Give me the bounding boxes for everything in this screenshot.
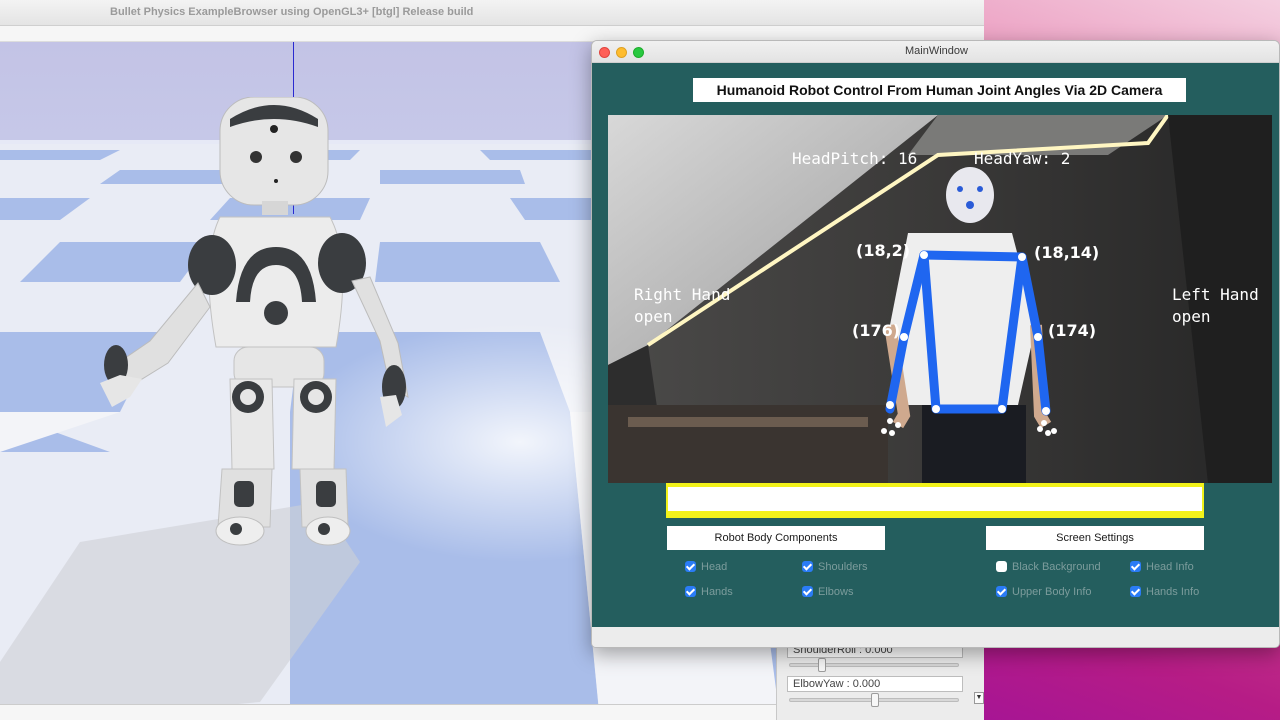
bullet-status-strip [0,704,776,720]
left-elbow-angle: (174) [1048,321,1097,340]
upper-body-info-checkbox-label: Upper Body Info [1012,586,1092,598]
left-hand-state: open [1172,307,1211,326]
shoulder-roll-slider-knob[interactable] [818,658,826,672]
elbows-checkbox-label: Elbows [818,586,854,598]
checkbox-checked-icon[interactable] [685,586,696,597]
app-headline: Humanoid Robot Control From Human Joint … [693,78,1186,102]
checkbox-checked-icon[interactable] [996,586,1007,597]
left-shoulder-angles: (18,14) [1034,243,1100,262]
head-checkbox[interactable]: Head [685,559,727,575]
camera-feed: HeadPitch: 16 HeadYaw: 2 Right Hand open… [608,115,1272,483]
right-hand-state: open [634,307,673,326]
right-hand-label: Right Hand [634,285,731,304]
status-bar-inner [668,487,1202,511]
hands-info-checkbox[interactable]: Hands Info [1130,584,1199,600]
upper-body-info-checkbox[interactable]: Upper Body Info [996,584,1092,600]
robot-body-components-button[interactable]: Robot Body Components [667,526,885,550]
elbows-checkbox[interactable]: Elbows [802,584,853,600]
black-background-checkbox-label: Black Background [1012,561,1101,573]
hands-info-checkbox-label: Hands Info [1146,586,1200,598]
parameter-panel: ShoulderRoll : 0.000 ElbowYaw : 0.000 ▼ [776,640,984,720]
black-background-checkbox[interactable]: Black Background [996,559,1101,575]
status-bar [666,483,1204,518]
shoulders-checkbox-label: Shoulders [818,561,868,573]
elbow-yaw-slider-knob[interactable] [871,693,879,707]
scroll-down-icon[interactable]: ▼ [974,692,984,704]
main-window: MainWindow Humanoid Robot Control From H… [591,40,1280,648]
checkbox-checked-icon[interactable] [802,586,813,597]
head-checkbox-label: Head [701,561,728,573]
elbow-yaw-field[interactable]: ElbowYaw : 0.000 [787,676,963,692]
checkbox-checked-icon[interactable] [802,561,813,572]
shoulders-checkbox[interactable]: Shoulders [802,559,868,575]
hands-checkbox[interactable]: Hands [685,584,733,600]
bullet-titlebar[interactable]: Bullet Physics ExampleBrowser using Open… [0,0,984,26]
right-elbow-angle: (176) [852,321,901,340]
screen-settings-button[interactable]: Screen Settings [986,526,1204,550]
checkbox-unchecked-icon[interactable] [996,561,1007,572]
head-pitch-readout: HeadPitch: 16 [792,149,918,168]
head-info-checkbox[interactable]: Head Info [1130,559,1194,575]
head-yaw-readout: HeadYaw: 2 [974,149,1071,168]
main-content: Humanoid Robot Control From Human Joint … [592,63,1279,627]
humanoid-robot-model [100,97,409,546]
checkbox-checked-icon[interactable] [1130,561,1141,572]
main-window-footer [592,627,1279,647]
checkbox-checked-icon[interactable] [685,561,696,572]
checkbox-checked-icon[interactable] [1130,586,1141,597]
head-info-checkbox-label: Head Info [1146,561,1194,573]
shoulder-roll-slider[interactable] [789,658,959,672]
elbow-yaw-slider[interactable] [789,693,959,707]
main-titlebar[interactable]: MainWindow [592,41,1279,63]
main-window-title: MainWindow [905,45,968,57]
left-hand-label: Left Hand [1172,285,1259,304]
hands-checkbox-label: Hands [701,586,733,598]
bullet-window-title: Bullet Physics ExampleBrowser using Open… [110,6,474,18]
right-shoulder-angles: (18,2) [856,241,911,260]
